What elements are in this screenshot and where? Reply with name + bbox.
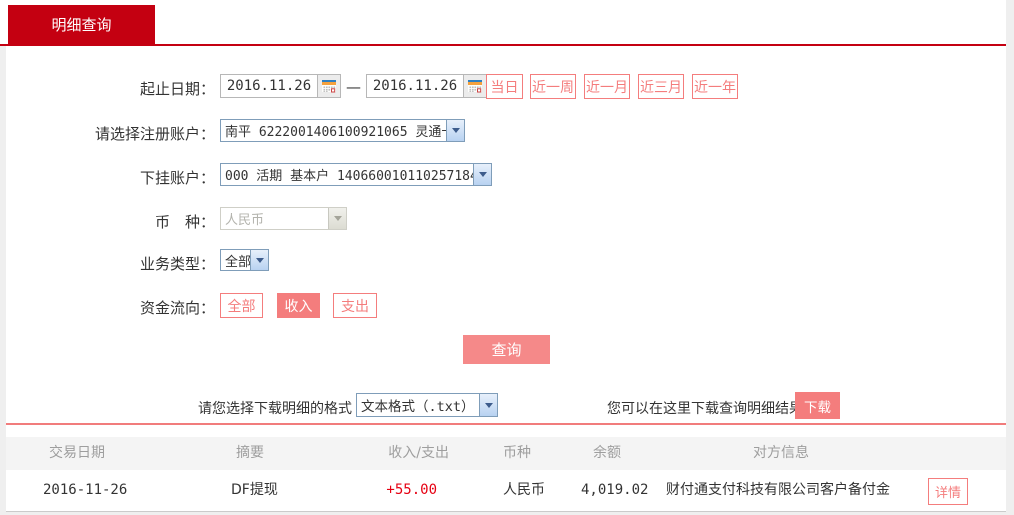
quick-range-3months-button[interactable]: 近三月 [638, 74, 684, 99]
business-type-select[interactable]: 全部 [220, 249, 269, 271]
column-header-summary: 摘要 [236, 437, 264, 470]
cell-balance: 4,019.02 [581, 470, 648, 511]
table-row: 2016-11-26 DF提现 +55.00 人民币 4,019.02 财付通支… [6, 470, 1006, 512]
register-account-select[interactable]: 南平 6222001406100921065 灵通卡 [220, 119, 465, 142]
quick-range-week-button[interactable]: 近一周 [530, 74, 576, 99]
sub-account-value: 000 活期 基本户 1406600101102571848 [221, 164, 473, 185]
date-from-value[interactable]: 2016.11.26 [221, 75, 317, 97]
column-header-date: 交易日期 [49, 437, 105, 470]
download-format-select[interactable]: 文本格式（.txt） [356, 393, 498, 417]
register-account-label: 请选择注册账户： [0, 123, 215, 144]
chevron-down-icon[interactable] [479, 394, 497, 416]
currency-select: 人民币 [220, 207, 347, 230]
chevron-down-icon[interactable] [250, 250, 268, 270]
business-type-value: 全部 [221, 250, 250, 270]
fund-flow-expense-button[interactable]: 支出 [333, 293, 377, 318]
fund-flow-income-button[interactable]: 收入 [277, 293, 320, 318]
register-account-value: 南平 6222001406100921065 灵通卡 [221, 120, 446, 141]
date-to-value[interactable]: 2016.11.26 [367, 75, 463, 97]
column-header-amount: 收入/支出 [349, 437, 449, 470]
column-header-balance: 余额 [593, 437, 621, 470]
date-range-label: 起止日期： [0, 78, 215, 99]
cell-amount: +55.00 [337, 470, 437, 511]
calendar-button[interactable] [317, 75, 340, 97]
date-separator: — [346, 78, 361, 96]
detail-button[interactable]: 详情 [928, 478, 968, 505]
fund-flow-all-button[interactable]: 全部 [220, 293, 263, 318]
cell-date: 2016-11-26 [43, 470, 127, 511]
quick-range-year-button[interactable]: 近一年 [692, 74, 738, 99]
download-button[interactable]: 下载 [795, 392, 840, 419]
quick-range-month-button[interactable]: 近一月 [584, 74, 630, 99]
cell-counterparty: 财付通支付科技有限公司客户备付金 [666, 470, 890, 511]
fund-flow-label: 资金流向： [0, 297, 215, 318]
sub-account-select[interactable]: 000 活期 基本户 1406600101102571848 [220, 163, 492, 186]
detail-query-page: 明细查询 起止日期： 2016.11.26 — 2016.11.26 [0, 0, 1014, 515]
date-from-input[interactable]: 2016.11.26 [220, 74, 341, 98]
column-header-counterparty: 对方信息 [753, 437, 809, 470]
chevron-down-icon [328, 208, 346, 229]
currency-value: 人民币 [221, 208, 328, 229]
query-button[interactable]: 查询 [463, 335, 550, 364]
chevron-down-icon[interactable] [446, 120, 464, 141]
download-hint: 您可以在这里下载查询明细结果 [607, 398, 803, 418]
sub-account-label: 下挂账户： [0, 167, 215, 188]
tab-label: 明细查询 [51, 14, 111, 35]
column-header-currency: 币种 [503, 437, 531, 470]
table-header-row: 交易日期 摘要 收入/支出 币种 余额 对方信息 [6, 437, 1006, 470]
chevron-down-icon[interactable] [473, 164, 491, 185]
calendar-icon [321, 78, 337, 94]
tab-detail-query[interactable]: 明细查询 [8, 5, 155, 44]
business-type-label: 业务类型： [0, 253, 215, 274]
download-format-label: 请您选择下载明细的格式 [100, 398, 352, 418]
tab-underline [0, 44, 1006, 46]
download-format-value: 文本格式（.txt） [357, 394, 479, 416]
cell-summary: DF提现 [231, 470, 278, 511]
currency-label: 币 种： [0, 211, 215, 232]
date-to-input[interactable]: 2016.11.26 [366, 74, 487, 98]
calendar-icon [467, 78, 483, 94]
table-top-divider [6, 423, 1006, 425]
calendar-button[interactable] [463, 75, 486, 97]
cell-currency: 人民币 [503, 470, 545, 511]
quick-range-today-button[interactable]: 当日 [486, 74, 523, 99]
